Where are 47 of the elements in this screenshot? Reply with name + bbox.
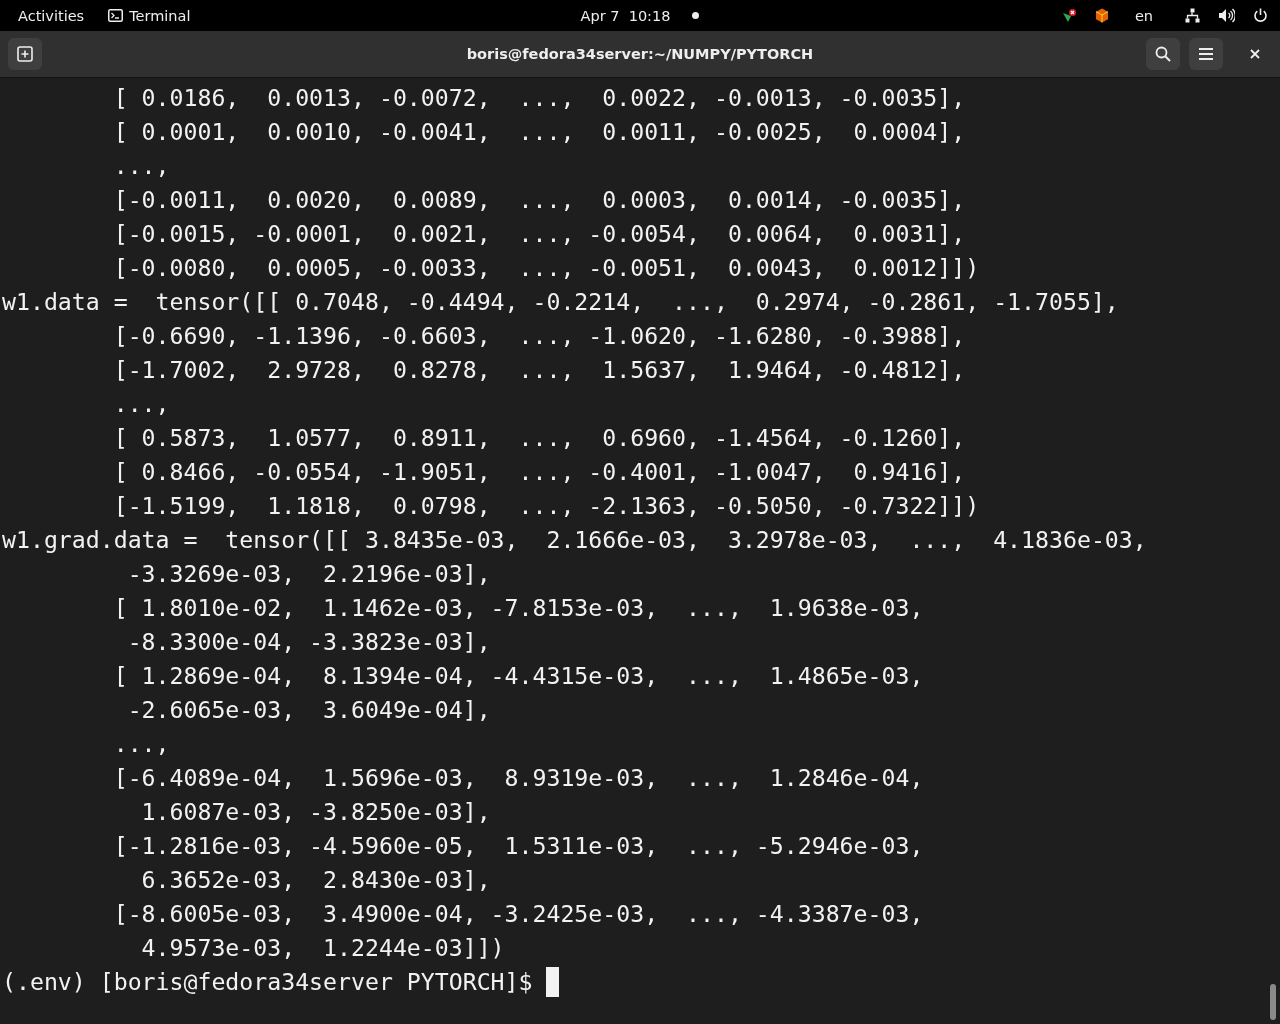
terminal-line: 6.3652e-03, 2.8430e-03],: [140, 865, 491, 895]
terminal-line: [-1.7002, 2.9728, 0.8278, ..., 1.5637, 1.9464, -0.4812],: [112, 355, 966, 385]
terminal-line: [-8.6005e-03, 3.4900e-04, -3.2425e-03, ..., -4.3387e-03,: [112, 899, 924, 929]
terminal-line: [ 0.0001, 0.0010, -0.0041, ..., 0.0011, -0.0025, 0.0004],: [112, 117, 966, 147]
clock[interactable]: Apr 7 10:18: [580, 7, 671, 24]
terminal-line: [ 0.5873, 1.0577, 0.8911, ..., 0.6960, -1.4564, -0.1260],: [112, 423, 966, 453]
terminal-line: [ 1.2869e-04, 8.1394e-04, -4.4315e-03, ..., 1.4865e-03,: [112, 661, 924, 691]
shell-prompt: (.env) [boris@fedora34server PYTORCH]$: [2, 967, 533, 997]
package-icon[interactable]: [1094, 8, 1109, 23]
terminal-icon: [108, 9, 124, 22]
close-icon: [1250, 49, 1260, 59]
terminal-line: w1.data = tensor([[ 0.7048, -0.4494, -0.2214, ..., 0.2974, -0.2861, -1.7055],: [2, 287, 1119, 317]
menu-button[interactable]: [1189, 38, 1223, 70]
terminal-line: [-6.4089e-04, 1.5696e-03, 8.9319e-03, ..., 1.2846e-04,: [112, 763, 924, 793]
terminal-line: [ 0.0186, 0.0013, -0.0072, ..., 0.0022, -0.0013, -0.0035],: [112, 83, 966, 113]
terminal-line: [-1.2816e-03, -4.5960e-05, 1.5311e-03, ..., -5.2946e-03,: [112, 831, 924, 861]
new-tab-button[interactable]: [8, 38, 42, 70]
terminal-line: [-1.5199, 1.1818, 0.0798, ..., -2.1363, -0.5050, -0.7322]]): [112, 491, 980, 521]
window-title: boris@fedora34server:~/NUMPY/PYTORCH: [466, 46, 814, 62]
terminal-line: [-0.0080, 0.0005, -0.0033, ..., -0.0051, 0.0043, 0.0012]]): [112, 253, 980, 283]
terminal-line: 4.9573e-03, 1.2244e-03]]): [140, 933, 505, 963]
volume-icon[interactable]: [1218, 8, 1235, 23]
network-error-icon[interactable]: [1060, 7, 1077, 24]
plus-box-icon: [17, 46, 33, 62]
terminal-line: -8.3300e-04, -3.3823e-03],: [126, 627, 491, 657]
scrollbar-thumb[interactable]: [1270, 984, 1276, 1020]
terminal-line: -3.3269e-03, 2.2196e-03],: [126, 559, 491, 589]
text-cursor: [546, 967, 560, 997]
terminal-line: [-0.0011, 0.0020, 0.0089, ..., 0.0003, 0.0014, -0.0035],: [112, 185, 966, 215]
terminal-line: ...,: [112, 389, 170, 419]
terminal-line: [ 1.8010e-02, 1.1462e-03, -7.8153e-03, ..., 1.9638e-03,: [112, 593, 924, 623]
terminal-line: ...,: [112, 729, 170, 759]
power-icon[interactable]: [1253, 8, 1268, 23]
app-menu[interactable]: Terminal: [108, 7, 191, 24]
terminal-line: [-0.0015, -0.0001, 0.0021, ..., -0.0054, 0.0064, 0.0031],: [112, 219, 966, 249]
search-icon: [1155, 46, 1171, 62]
activities-button[interactable]: Activities: [18, 7, 85, 24]
terminal-line: -2.6065e-03, 3.6049e-04],: [126, 695, 491, 725]
terminal-line: ...,: [112, 151, 170, 181]
menu-icon: [1198, 47, 1214, 61]
terminal-line: [ 0.8466, -0.0554, -1.9051, ..., -0.4001, -1.0047, 0.9416],: [112, 457, 966, 487]
terminal-line: 1.6087e-03, -3.8250e-03],: [140, 797, 491, 827]
terminal-line: w1.grad.data = tensor([[ 3.8435e-03, 2.1666e-03, 3.2978e-03, ..., 4.1836e-03,: [2, 525, 1147, 555]
terminal-line: [-0.6690, -1.1396, -0.6603, ..., -1.0620, -1.6280, -0.3988],: [112, 321, 966, 351]
language-indicator[interactable]: en: [1134, 7, 1153, 24]
wired-network-icon[interactable]: [1185, 8, 1200, 23]
search-button[interactable]: [1146, 38, 1180, 70]
